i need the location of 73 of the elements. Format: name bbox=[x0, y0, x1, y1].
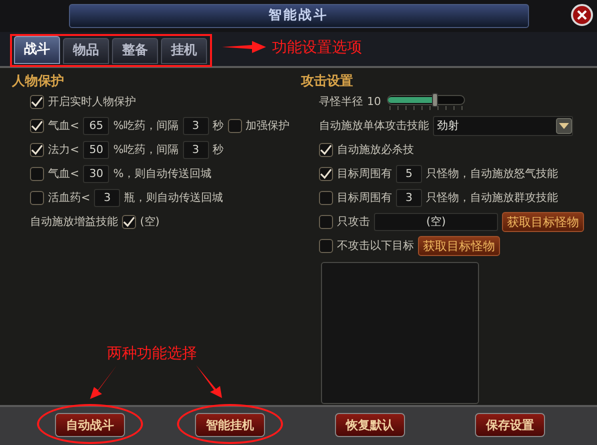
action-button[interactable]: 自动战斗 bbox=[55, 413, 125, 437]
checkbox[interactable] bbox=[319, 167, 333, 181]
label: %吃药，间隔 bbox=[113, 118, 179, 134]
slider-track[interactable] bbox=[387, 94, 465, 104]
label: 自动施放增益技能 bbox=[30, 214, 118, 230]
slider-thumb[interactable] bbox=[432, 92, 438, 106]
number-field[interactable]: 50 bbox=[83, 141, 110, 159]
checkbox[interactable] bbox=[319, 215, 333, 229]
checkbox[interactable] bbox=[319, 191, 333, 205]
label: 气血< bbox=[48, 118, 80, 134]
action-button[interactable]: 恢复默认 bbox=[335, 413, 405, 437]
section-heading: 人物保护 bbox=[12, 72, 65, 90]
tab[interactable]: 战斗 bbox=[14, 36, 60, 64]
label: 只攻击 bbox=[337, 214, 370, 230]
input-field[interactable]: (空) bbox=[374, 213, 498, 231]
skill-dropdown[interactable]: 劲射 bbox=[433, 116, 573, 136]
checkbox[interactable] bbox=[30, 119, 44, 133]
number-field[interactable]: 3 bbox=[94, 189, 120, 207]
label: 气血< bbox=[48, 166, 80, 182]
checkbox[interactable] bbox=[30, 143, 44, 157]
label: 自动施放必杀技 bbox=[337, 142, 414, 158]
label: 只怪物，自动施放怒气技能 bbox=[426, 166, 558, 182]
checkbox[interactable] bbox=[122, 215, 136, 229]
label: 法力< bbox=[48, 142, 80, 158]
get-target-button[interactable]: 获取目标怪物 bbox=[418, 236, 500, 256]
number-field[interactable]: 30 bbox=[83, 165, 110, 183]
dropdown-icon[interactable] bbox=[556, 118, 572, 134]
label: (空) bbox=[140, 214, 160, 230]
checkbox[interactable] bbox=[319, 143, 333, 157]
checkbox[interactable] bbox=[228, 119, 242, 133]
label: 寻怪半径 bbox=[319, 94, 363, 110]
label: 秒 bbox=[212, 142, 224, 158]
number-field[interactable]: 3 bbox=[182, 117, 209, 135]
check-icon bbox=[320, 144, 332, 156]
checkbox[interactable] bbox=[30, 191, 44, 205]
label: %吃药，间隔 bbox=[113, 142, 179, 158]
label: %，则自动传送回城 bbox=[113, 166, 212, 182]
label: 目标周围有 bbox=[337, 190, 392, 206]
checkbox[interactable] bbox=[30, 95, 44, 109]
label: 只怪物，自动施放群攻技能 bbox=[426, 190, 558, 206]
label: 秒 bbox=[212, 118, 224, 134]
label: 目标周围有 bbox=[337, 166, 392, 182]
check-icon bbox=[31, 120, 43, 132]
section-heading: 攻击设置 bbox=[301, 73, 354, 90]
check-icon bbox=[31, 144, 43, 156]
check-icon bbox=[320, 168, 332, 180]
number-field[interactable]: 65 bbox=[83, 117, 110, 135]
tab[interactable]: 挂机 bbox=[161, 38, 207, 64]
label: 活血药< bbox=[48, 190, 90, 206]
number-field[interactable]: 3 bbox=[396, 189, 422, 207]
checkbox[interactable] bbox=[30, 167, 44, 181]
dropdown-value: 劲射 bbox=[437, 118, 459, 134]
annotation-text: 两种功能选择 bbox=[107, 343, 197, 364]
label: 自动施放单体攻击技能 bbox=[319, 118, 429, 134]
checkbox[interactable] bbox=[319, 239, 333, 253]
close-icon bbox=[577, 10, 587, 20]
number-field[interactable]: 5 bbox=[396, 165, 422, 183]
action-button[interactable]: 智能挂机 bbox=[195, 413, 265, 437]
window-title: 智能战斗 bbox=[268, 7, 328, 26]
label: 开启实时人物保护 bbox=[48, 94, 136, 110]
tab[interactable]: 物品 bbox=[63, 38, 109, 64]
tab[interactable]: 整备 bbox=[112, 38, 158, 64]
number-field[interactable]: 3 bbox=[182, 141, 209, 159]
label: 瓶，则自动传送回城 bbox=[124, 190, 224, 206]
check-icon bbox=[123, 216, 135, 228]
annotation-arrow bbox=[196, 365, 224, 399]
label: 加强保护 bbox=[246, 118, 290, 134]
action-button[interactable]: 保存设置 bbox=[475, 413, 545, 437]
label: 不攻击以下目标 bbox=[337, 238, 414, 254]
label: 10 bbox=[367, 94, 381, 110]
annotation-text: 功能设置选项 bbox=[272, 37, 362, 58]
check-icon bbox=[31, 96, 43, 108]
get-target-button[interactable]: 获取目标怪物 bbox=[502, 212, 584, 232]
